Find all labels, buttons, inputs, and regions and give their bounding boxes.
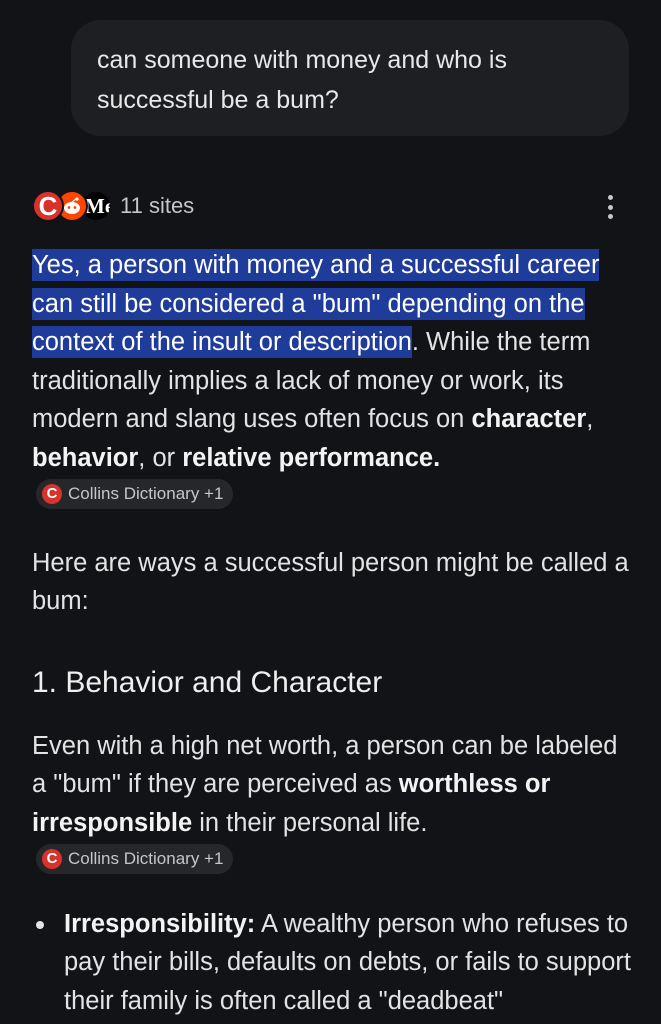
- answer-paragraph-2: Here are ways a successful person might …: [32, 548, 629, 616]
- query-line-1: can someone with money and who is: [97, 46, 507, 74]
- query-line-2: successful be a bum?: [97, 86, 339, 114]
- sources-count: 11 sites: [120, 193, 195, 218]
- bold-behavior: behavior: [32, 443, 139, 472]
- list-item: Irresponsibility: A wealthy person who r…: [32, 905, 632, 1021]
- answer-text: in their personal life.: [192, 808, 428, 837]
- ai-answer: Yes, a person with money and a successfu…: [32, 246, 632, 1020]
- answer-paragraph-3: Even with a high net worth, a person can…: [32, 727, 632, 881]
- citation-chip[interactable]: C Collins Dictionary +1: [36, 844, 234, 875]
- bold-character: character: [471, 405, 587, 433]
- bullet-title: Irresponsibility:: [64, 909, 256, 938]
- bold-relative-performance: relative performance.: [182, 443, 441, 472]
- answer-text: ,: [586, 405, 594, 433]
- collins-favicon-icon: C: [32, 190, 64, 222]
- collins-citation-icon: C: [42, 484, 62, 505]
- sources-button[interactable]: C Me 11 sites: [32, 186, 194, 226]
- answer-paragraph-1: Yes, a person with money and a successfu…: [32, 246, 632, 516]
- citation-label: Collins Dictionary +1: [68, 484, 224, 504]
- user-query-bubble: can someone with money and who is succes…: [71, 20, 629, 136]
- section-heading: 1. Behavior and Character: [32, 665, 383, 699]
- citation-label: Collins Dictionary +1: [68, 849, 224, 869]
- bullet-list: Irresponsibility: A wealthy person who r…: [32, 905, 632, 1021]
- collins-citation-icon: C: [42, 849, 62, 870]
- answer-text: , or: [138, 443, 183, 472]
- more-options-icon[interactable]: [598, 192, 622, 222]
- citation-chip[interactable]: C Collins Dictionary +1: [36, 479, 234, 510]
